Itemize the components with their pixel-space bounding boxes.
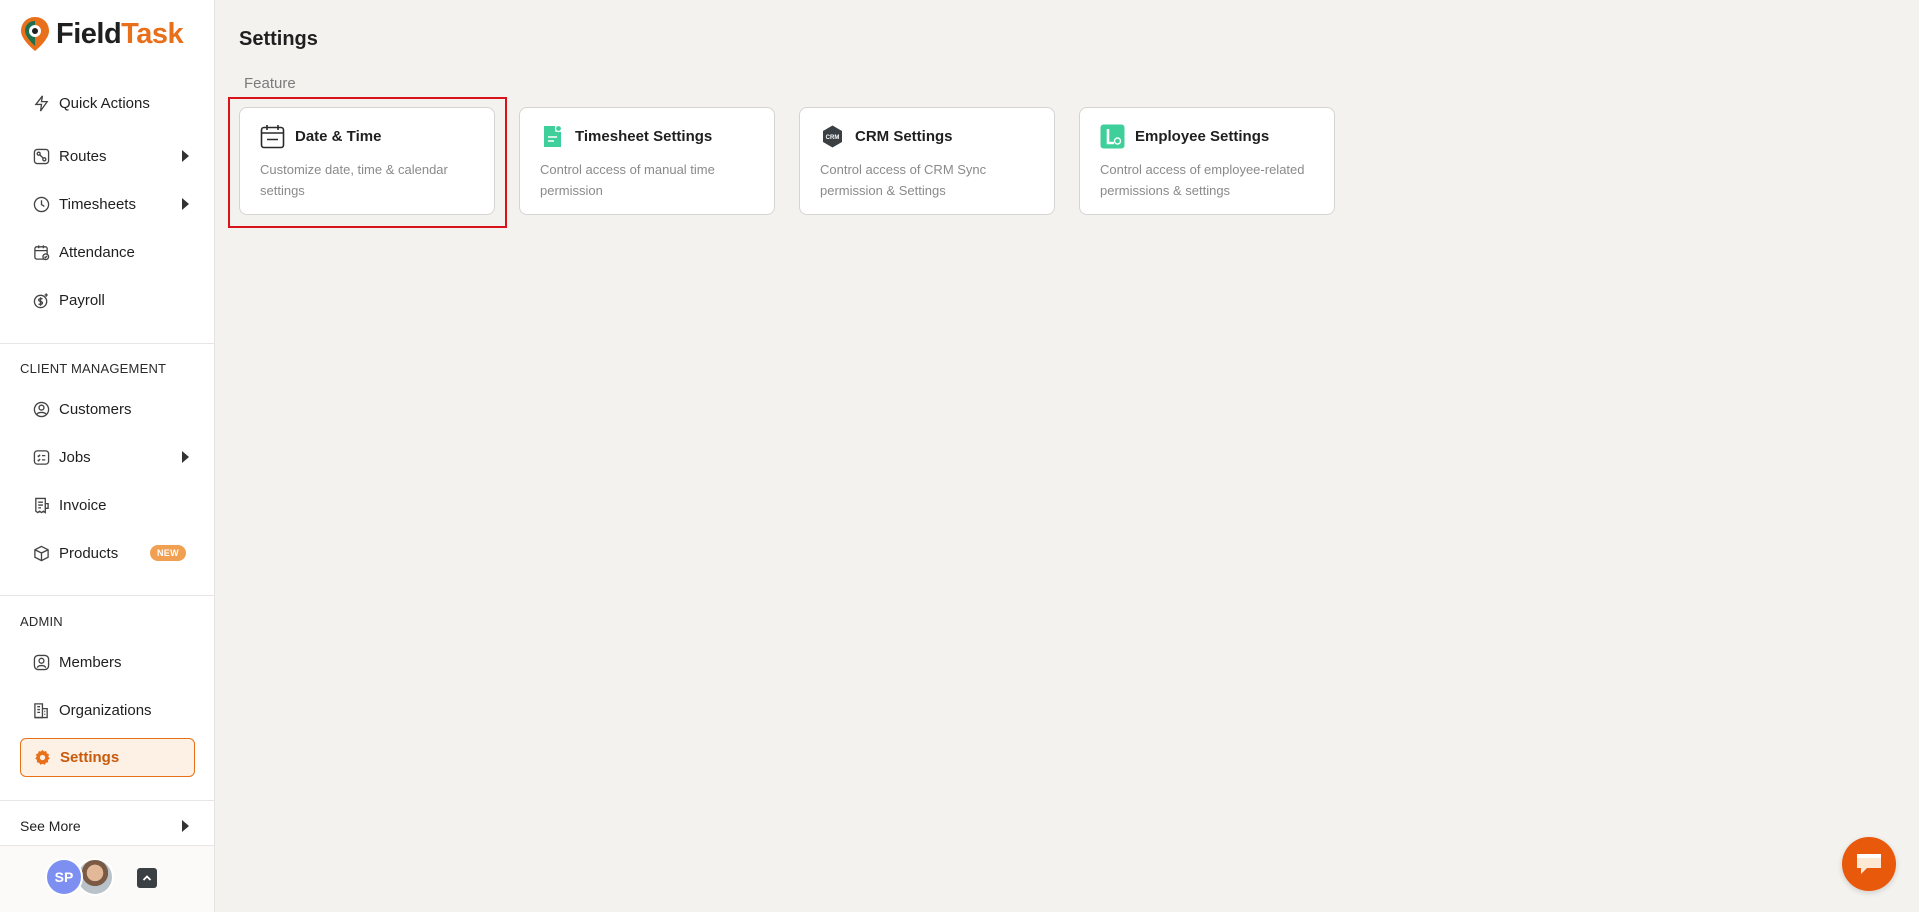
box-icon [32, 544, 50, 562]
card-title: Timesheet Settings [575, 128, 713, 145]
new-badge: NEW [150, 545, 186, 561]
crm-icon: CRM [820, 124, 845, 149]
card-header: CRM CRM Settings [820, 124, 953, 149]
timesheet-doc-icon [540, 124, 565, 149]
sidebar-item-label: Customers [59, 400, 132, 418]
sidebar-item-label: Invoice [59, 496, 107, 514]
card-description: Control access of manual time permission [540, 162, 715, 198]
expand-up-button[interactable] [137, 868, 157, 888]
sidebar-item-customers[interactable]: Customers [20, 391, 195, 427]
sidebar-item-invoice[interactable]: Invoice [20, 487, 195, 523]
crm-icon-text: CRM [826, 135, 840, 141]
card-date-time[interactable]: Date & Time Customize date, time & calen… [239, 107, 495, 215]
dollar-icon [32, 291, 50, 309]
section-label-feature: Feature [244, 75, 296, 92]
brand-logo[interactable]: FieldTask [20, 16, 184, 52]
card-header: Timesheet Settings [540, 124, 712, 149]
section-label-admin: ADMIN [20, 614, 63, 629]
card-description: Control access of employee-related permi… [1100, 162, 1305, 198]
sidebar-item-jobs[interactable]: Jobs [20, 439, 195, 475]
card-crm-settings[interactable]: CRM CRM Settings Control access of CRM S… [799, 107, 1055, 215]
sidebar-item-attendance[interactable]: Attendance [20, 234, 195, 270]
route-icon [32, 147, 50, 165]
sidebar-item-products[interactable]: Products NEW [20, 535, 195, 571]
gear-icon [33, 749, 51, 767]
logo-pin-icon [21, 17, 49, 51]
card-description: Customize date, time & calendar settings [260, 162, 448, 198]
card-title: CRM Settings [855, 128, 953, 145]
card-employee-settings[interactable]: Employee Settings Control access of empl… [1079, 107, 1335, 215]
sidebar-divider [0, 800, 214, 801]
calendar-check-icon [32, 243, 50, 261]
sidebar-item-label: Organizations [59, 701, 152, 719]
sidebar-item-settings[interactable]: Settings [20, 738, 195, 777]
sidebar-item-routes[interactable]: Routes [20, 138, 195, 174]
clock-icon [32, 195, 50, 213]
user-initials-avatar[interactable]: SP [45, 858, 83, 896]
expand-arrow-icon[interactable] [182, 150, 189, 162]
card-title: Date & Time [295, 128, 382, 145]
sidebar-item-label: Products [59, 544, 119, 562]
chat-bubble-icon [1857, 854, 1881, 874]
chat-button[interactable] [1842, 837, 1896, 891]
see-more-label: See More [20, 818, 81, 834]
chevron-up-icon [142, 875, 152, 881]
employee-icon [1100, 124, 1125, 149]
card-title: Employee Settings [1135, 128, 1270, 145]
sidebar-item-timesheets[interactable]: Timesheets [20, 186, 195, 222]
see-more-button[interactable]: See More [20, 818, 195, 834]
sidebar-footer: SP [0, 845, 214, 912]
card-header: Employee Settings [1100, 124, 1269, 149]
calendar-icon [260, 124, 285, 149]
section-label-client-management: CLIENT MANAGEMENT [20, 361, 167, 376]
brand-name-part2: Task [121, 17, 184, 50]
expand-arrow-icon[interactable] [182, 198, 189, 210]
card-description: Control access of CRM Sync permission & … [820, 162, 987, 198]
expand-arrow-icon[interactable] [182, 451, 189, 463]
invoice-icon [32, 496, 50, 514]
member-icon [32, 653, 50, 671]
sidebar: FieldTask Quick Actions Routes Timesheet… [0, 0, 215, 912]
sidebar-item-label: Timesheets [59, 195, 136, 213]
sidebar-item-organizations[interactable]: Organizations [20, 692, 195, 728]
card-timesheet-settings[interactable]: Timesheet Settings Control access of man… [519, 107, 775, 215]
sidebar-divider [0, 343, 214, 344]
sidebar-item-label: Quick Actions [59, 94, 150, 112]
sidebar-item-members[interactable]: Members [20, 644, 195, 680]
expand-arrow-icon [182, 820, 189, 832]
sidebar-item-label: Settings [60, 749, 120, 766]
page-title: Settings [239, 28, 318, 50]
jobs-icon [32, 448, 50, 466]
sidebar-item-quick-actions[interactable]: Quick Actions [20, 85, 195, 121]
user-circle-icon [32, 400, 50, 418]
lightning-icon [32, 94, 50, 112]
sidebar-item-label: Routes [59, 147, 107, 165]
sidebar-item-label: Jobs [59, 448, 91, 466]
organization-icon [32, 701, 50, 719]
sidebar-item-payroll[interactable]: Payroll [20, 282, 195, 318]
sidebar-item-label: Attendance [59, 243, 135, 261]
brand-name: FieldTask [56, 17, 184, 51]
brand-name-part1: Field [56, 17, 122, 50]
sidebar-item-label: Members [59, 653, 122, 671]
sidebar-item-label: Payroll [59, 291, 105, 309]
sidebar-divider [0, 595, 214, 596]
card-header: Date & Time [260, 124, 381, 149]
